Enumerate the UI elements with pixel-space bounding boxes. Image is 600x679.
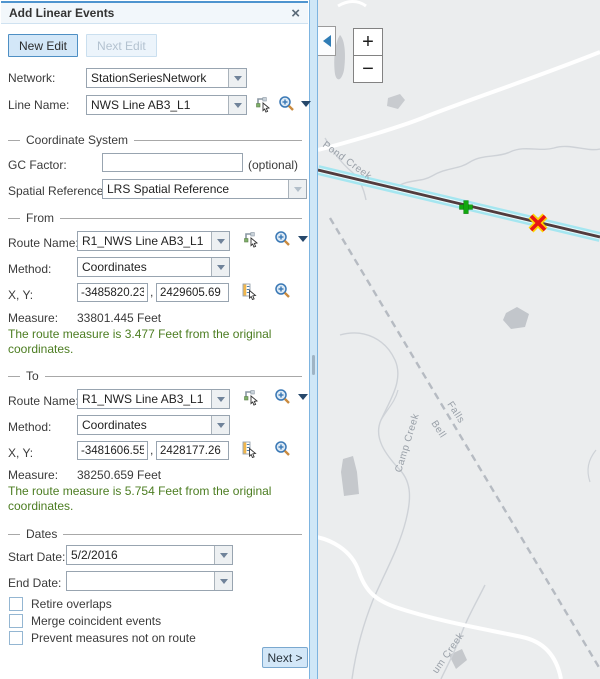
from-x-input[interactable] <box>77 283 148 302</box>
network-combobox[interactable]: StationSeriesNetwork <box>86 68 247 88</box>
line-name-combobox[interactable]: NWS Line AB3_L1 <box>86 95 247 115</box>
zoom-options-dropdown-icon[interactable] <box>301 101 311 107</box>
zoom-to-route-icon[interactable] <box>274 388 291 405</box>
from-legend: From <box>8 211 302 225</box>
coordinate-system-legend: Coordinate System <box>8 133 302 147</box>
close-icon[interactable]: × <box>291 6 300 21</box>
pick-coordinates-icon[interactable] <box>241 440 259 458</box>
map-canvas[interactable]: Pond Creek Falls Bell Camp Creek um Cree… <box>318 0 600 679</box>
to-y-input[interactable] <box>156 441 229 460</box>
retire-overlaps-checkbox[interactable] <box>9 597 23 611</box>
next-button[interactable]: Next > <box>262 647 308 668</box>
select-route-on-map-icon[interactable] <box>243 388 261 406</box>
pick-coordinates-icon[interactable] <box>241 282 259 300</box>
to-route-name-label: Route Name: <box>8 394 79 408</box>
to-method-label: Method: <box>8 420 51 434</box>
zoom-to-point-icon[interactable] <box>274 282 291 299</box>
splitter-grip[interactable] <box>312 355 315 375</box>
end-date-label: End Date: <box>8 576 61 590</box>
dates-legend-text: Dates <box>26 527 57 541</box>
panel-collapse-tab[interactable] <box>318 26 336 56</box>
from-method-value: Coordinates <box>78 260 211 274</box>
start-date-combobox[interactable]: 5/2/2016 <box>66 545 233 565</box>
next-edit-button: Next Edit <box>86 34 157 57</box>
to-point-marker <box>531 216 545 230</box>
new-edit-button[interactable]: New Edit <box>8 34 78 57</box>
spatial-reference-combobox[interactable]: LRS Spatial Reference <box>102 179 307 199</box>
chevron-down-icon[interactable] <box>228 69 246 87</box>
to-xy-label: X, Y: <box>8 446 33 460</box>
zoom-in-button[interactable]: + <box>353 28 383 56</box>
chevron-down-icon[interactable] <box>211 416 229 434</box>
gc-factor-input[interactable] <box>102 153 243 172</box>
network-label: Network: <box>8 71 55 85</box>
select-route-on-map-icon[interactable] <box>243 230 261 248</box>
chevron-down-icon[interactable] <box>214 572 232 590</box>
chevron-down-icon <box>288 180 306 198</box>
from-xy-label: X, Y: <box>8 288 33 302</box>
retire-overlaps-label: Retire overlaps <box>31 597 112 611</box>
line-name-value: NWS Line AB3_L1 <box>87 98 228 112</box>
collapse-arrow-icon <box>323 35 331 47</box>
start-date-value: 5/2/2016 <box>67 548 214 562</box>
chevron-down-icon[interactable] <box>211 258 229 276</box>
from-measure-note: The route measure is 3.477 Feet from the… <box>8 327 300 357</box>
from-measure-value: 33801.445 Feet <box>77 311 161 325</box>
to-x-input[interactable] <box>77 441 148 460</box>
start-date-label: Start Date: <box>8 550 65 564</box>
end-date-combobox[interactable] <box>66 571 233 591</box>
from-legend-text: From <box>26 211 54 225</box>
merge-coincident-events-label: Merge coincident events <box>31 614 161 628</box>
spatial-reference-label: Spatial Reference: <box>8 184 107 198</box>
to-measure-label: Measure: <box>8 468 58 482</box>
select-on-map-icon[interactable] <box>255 95 273 113</box>
from-measure-label: Measure: <box>8 311 58 325</box>
from-route-name-label: Route Name: <box>8 236 79 250</box>
prevent-measures-checkbox[interactable] <box>9 631 23 645</box>
zoom-out-button[interactable]: − <box>353 55 383 83</box>
to-method-value: Coordinates <box>78 418 211 432</box>
zoom-to-route-icon[interactable] <box>274 230 291 247</box>
comma-separator: , <box>150 285 153 299</box>
from-route-name-combobox[interactable]: R1_NWS Line AB3_L1 <box>77 231 230 251</box>
gc-factor-label: GC Factor: <box>8 158 67 172</box>
add-linear-events-window: Pond Creek Falls Bell Camp Creek um Cree… <box>0 0 600 679</box>
network-value: StationSeriesNetwork <box>87 71 228 85</box>
from-route-name-value: R1_NWS Line AB3_L1 <box>78 234 211 248</box>
from-method-combobox[interactable]: Coordinates <box>77 257 230 277</box>
coordinate-system-legend-text: Coordinate System <box>26 133 128 147</box>
to-route-name-value: R1_NWS Line AB3_L1 <box>78 392 211 406</box>
panel-title: Add Linear Events <box>9 6 114 20</box>
zoom-to-point-icon[interactable] <box>274 440 291 457</box>
merge-coincident-events-checkbox[interactable] <box>9 614 23 628</box>
chevron-down-icon[interactable] <box>211 232 229 250</box>
to-measure-note: The route measure is 5.754 Feet from the… <box>8 484 300 514</box>
to-legend-text: To <box>26 369 39 383</box>
line-name-label: Line Name: <box>8 98 69 112</box>
chevron-down-icon[interactable] <box>228 96 246 114</box>
optional-hint: (optional) <box>248 158 298 172</box>
to-route-name-combobox[interactable]: R1_NWS Line AB3_L1 <box>77 389 230 409</box>
add-linear-events-panel: Add Linear Events × New Edit Next Edit N… <box>0 0 309 679</box>
chevron-down-icon[interactable] <box>211 390 229 408</box>
zoom-options-dropdown-icon[interactable] <box>298 236 308 242</box>
zoom-options-dropdown-icon[interactable] <box>298 394 308 400</box>
panel-titlebar: Add Linear Events × <box>1 1 308 24</box>
to-method-combobox[interactable]: Coordinates <box>77 415 230 435</box>
chevron-down-icon[interactable] <box>214 546 232 564</box>
dates-legend: Dates <box>8 527 302 541</box>
prevent-measures-label: Prevent measures not on route <box>31 631 196 645</box>
comma-separator: , <box>150 443 153 457</box>
from-y-input[interactable] <box>156 283 229 302</box>
from-method-label: Method: <box>8 262 51 276</box>
to-legend: To <box>8 369 302 383</box>
to-measure-value: 38250.659 Feet <box>77 468 161 482</box>
zoom-to-feature-icon[interactable] <box>278 95 295 112</box>
spatial-reference-value: LRS Spatial Reference <box>103 182 288 196</box>
